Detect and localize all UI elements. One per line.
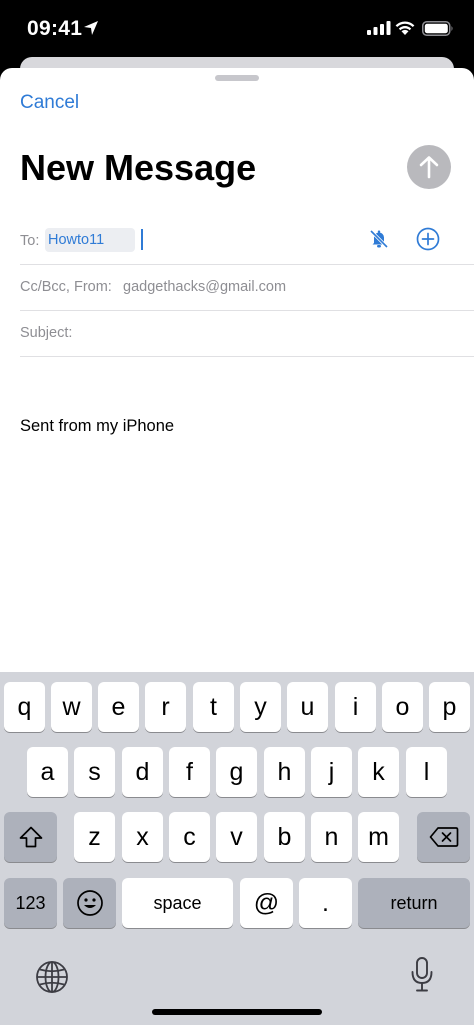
key-z[interactable]: z	[74, 812, 115, 862]
at-key[interactable]: @	[240, 878, 293, 928]
emoji-face-icon	[76, 890, 103, 916]
key-n[interactable]: n	[311, 812, 352, 862]
send-button[interactable]	[407, 145, 451, 189]
key-d[interactable]: d	[122, 747, 163, 797]
page-title: New Message	[20, 147, 257, 188]
message-body-signature[interactable]: Sent from my iPhone	[20, 417, 174, 436]
subject-label: Subject:	[20, 325, 73, 341]
key-g[interactable]: g	[216, 747, 257, 797]
recipient-token[interactable]: Howto11	[45, 228, 135, 252]
delete-backward-icon	[429, 827, 458, 847]
status-time: 09:41	[27, 17, 83, 40]
key-w[interactable]: w	[51, 682, 92, 732]
key-b[interactable]: b	[264, 812, 305, 862]
return-key[interactable]: return	[358, 878, 470, 928]
key-t[interactable]: t	[193, 682, 234, 732]
key-h[interactable]: h	[264, 747, 305, 797]
to-field-row[interactable]: To: Howto11	[20, 218, 474, 265]
key-q[interactable]: q	[4, 682, 45, 732]
microphone-icon[interactable]	[409, 956, 435, 994]
key-e[interactable]: e	[98, 682, 139, 732]
text-cursor	[141, 229, 143, 250]
wifi-icon	[395, 21, 415, 35]
from-address: gadgethacks@gmail.com	[123, 279, 287, 295]
key-l[interactable]: l	[406, 747, 447, 797]
emoji-key[interactable]	[63, 878, 116, 928]
key-i[interactable]: i	[335, 682, 376, 732]
cancel-button[interactable]: Cancel	[20, 92, 79, 114]
backspace-key[interactable]	[417, 812, 470, 862]
numbers-key[interactable]: 123	[4, 878, 57, 928]
battery-icon	[422, 21, 453, 36]
shift-arrow-icon	[19, 826, 42, 848]
space-key[interactable]: space	[122, 878, 233, 928]
notification-bell-slash-icon[interactable]	[368, 228, 390, 250]
key-j[interactable]: j	[311, 747, 352, 797]
cellular-signal-icon	[367, 21, 391, 35]
plus-circle-icon	[416, 227, 440, 251]
subject-field[interactable]: Subject:	[20, 310, 474, 357]
cc-bcc-from-row[interactable]: Cc/Bcc, From: gadgethacks@gmail.com	[20, 264, 474, 311]
key-a[interactable]: a	[27, 747, 68, 797]
key-s[interactable]: s	[74, 747, 115, 797]
location-arrow-icon	[84, 21, 98, 35]
key-p[interactable]: p	[429, 682, 470, 732]
cc-bcc-from-label: Cc/Bcc, From:	[20, 279, 112, 295]
key-u[interactable]: u	[287, 682, 328, 732]
globe-icon[interactable]	[35, 960, 69, 994]
key-c[interactable]: c	[169, 812, 210, 862]
key-k[interactable]: k	[358, 747, 399, 797]
key-m[interactable]: m	[358, 812, 399, 862]
sheet-grabber[interactable]	[215, 75, 259, 81]
screen: 09:41 Cancel New Message To: Howto11 Cc/…	[0, 0, 474, 1025]
key-o[interactable]: o	[382, 682, 423, 732]
key-r[interactable]: r	[145, 682, 186, 732]
to-label: To:	[20, 233, 40, 249]
add-contact-button[interactable]	[416, 227, 440, 251]
period-key[interactable]: .	[299, 878, 352, 928]
status-bar: 09:41	[0, 0, 474, 60]
key-f[interactable]: f	[169, 747, 210, 797]
keyboard: q w e r t y u i o p a s d f g h j k l z …	[0, 672, 474, 1025]
key-y[interactable]: y	[240, 682, 281, 732]
key-x[interactable]: x	[122, 812, 163, 862]
arrow-up-icon	[419, 156, 439, 179]
home-indicator	[152, 1009, 322, 1015]
key-v[interactable]: v	[216, 812, 257, 862]
shift-key[interactable]	[4, 812, 57, 862]
